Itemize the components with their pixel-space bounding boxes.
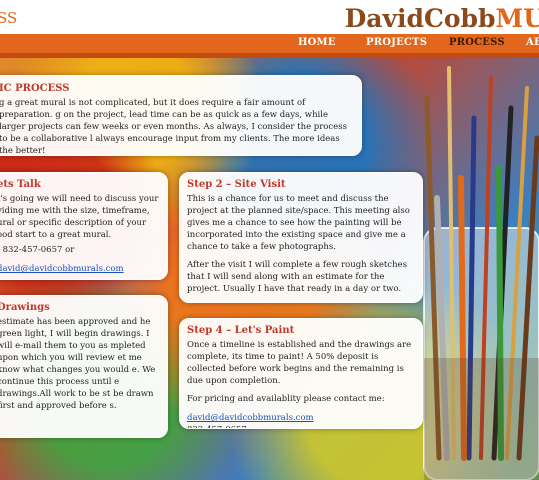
- step4-title: Step 4 – Let's Paint: [187, 325, 295, 336]
- step1-panel: ets Talk t's going we will need to discu…: [0, 172, 168, 280]
- step4-text-1: Once a timeline is established and the d…: [187, 340, 412, 386]
- intro-panel: IC PROCESS g a great mural is not compli…: [0, 75, 362, 156]
- step1-phone: - 832-457-0657 or: [0, 245, 75, 255]
- logo-suffix: MU: [495, 4, 539, 33]
- step3-text: estimate has been approved and he green …: [0, 317, 156, 411]
- step2-title: Step 2 – Site Visit: [187, 179, 286, 190]
- step4-text-2: For pricing and availablity please conta…: [187, 394, 385, 404]
- intro-title: IC PROCESS: [0, 83, 70, 94]
- intro-text: g a great mural is not complicated, but …: [0, 98, 347, 156]
- step3-panel: Drawings estimate has been approved and …: [0, 295, 168, 438]
- step2-text-2: After the visit I will complete a few ro…: [187, 260, 407, 294]
- nav-home[interactable]: HOME: [298, 37, 336, 48]
- header: SS DavidCobbMU: [0, 0, 539, 34]
- brush-jar-image: [423, 66, 539, 480]
- step2-text-1: This is a chance for us to meet and disc…: [187, 194, 410, 252]
- main-nav: HOME PROJECTS PROCESS AB: [0, 34, 539, 58]
- logo-name: DavidCobb: [344, 4, 496, 33]
- step4-email-link[interactable]: david@davidcobbmurals.com: [187, 413, 314, 423]
- nav-projects[interactable]: PROJECTS: [366, 37, 427, 48]
- step1-text: t's going we will need to discuss your v…: [0, 194, 159, 240]
- step1-email-link[interactable]: david@davidcobbmurals.com: [0, 264, 124, 274]
- step2-panel: Step 2 – Site Visit This is a chance for…: [179, 172, 423, 303]
- site-logo-left: SS: [0, 9, 18, 27]
- nav-about[interactable]: AB: [526, 37, 539, 48]
- step4-phone: 832-457-0657: [187, 424, 415, 428]
- nav-process[interactable]: PROCESS: [449, 37, 505, 48]
- step4-panel: Step 4 – Let's Paint Once a timeline is …: [179, 318, 423, 429]
- step1-title: ets Talk: [0, 179, 41, 190]
- site-logo[interactable]: DavidCobbMU: [345, 4, 539, 33]
- step3-title: Drawings: [0, 302, 50, 313]
